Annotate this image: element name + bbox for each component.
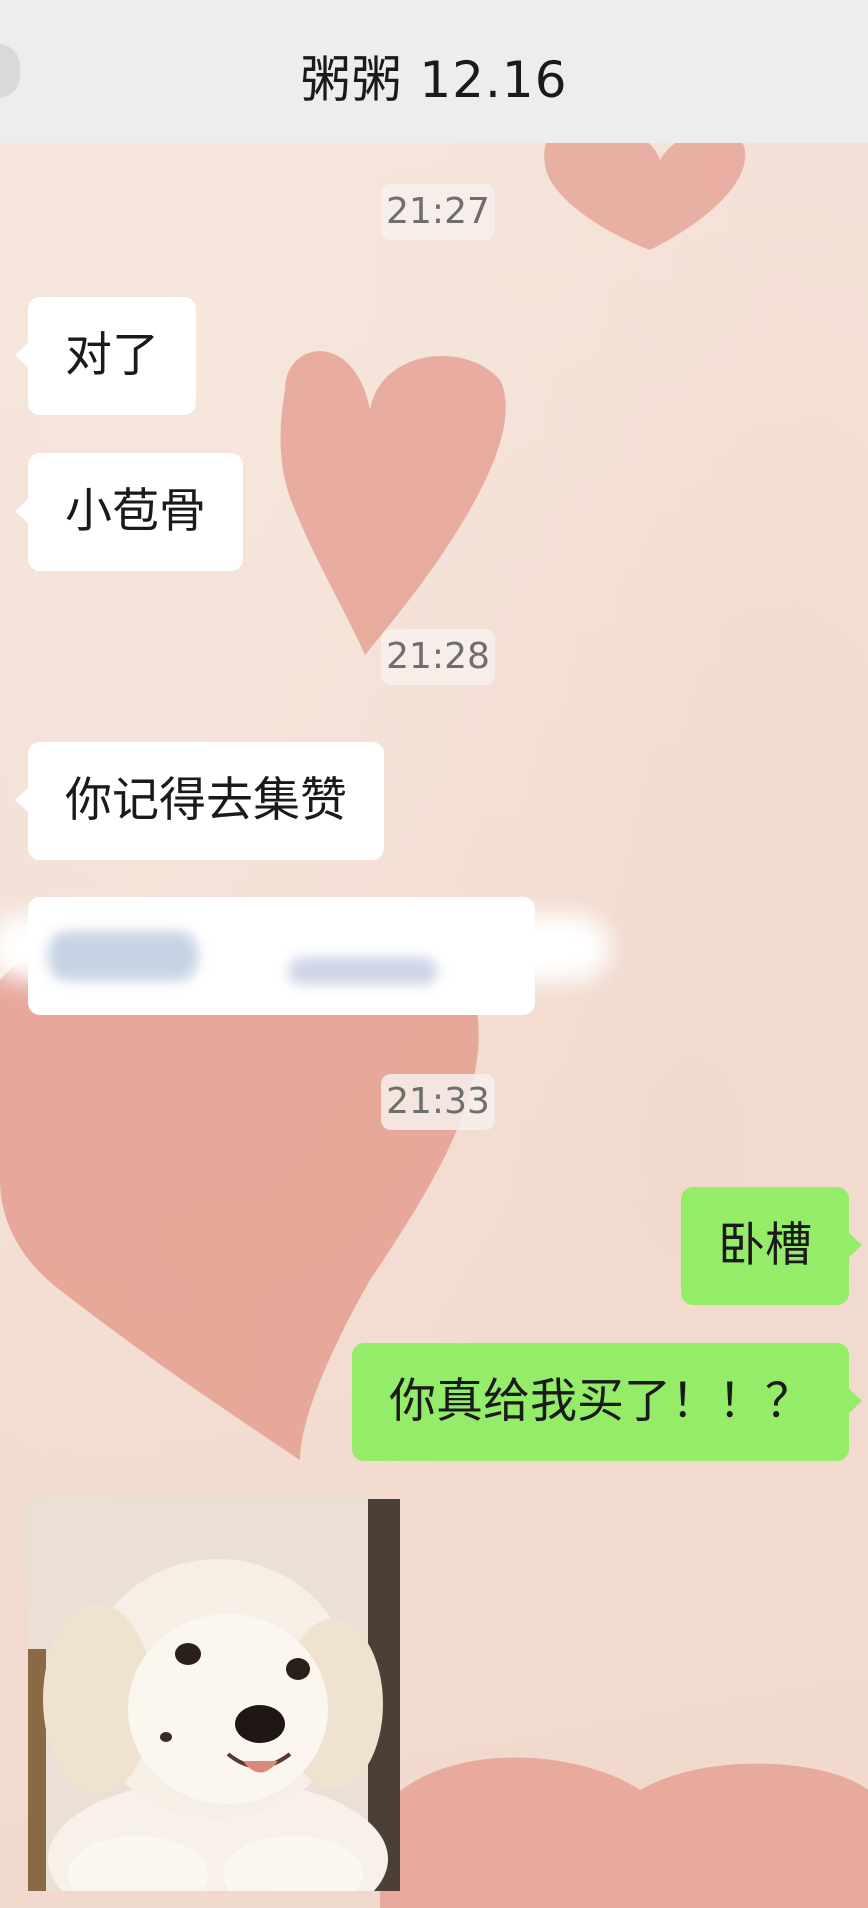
redaction-blur	[48, 931, 198, 981]
puppy-sticker-image	[28, 1499, 400, 1891]
redaction-blur	[288, 957, 438, 985]
outgoing-message[interactable]: 卧槽	[681, 1187, 862, 1305]
incoming-message[interactable]: 你记得去集赞	[15, 742, 384, 860]
outgoing-message[interactable]: 你真给我买了！！？	[352, 1343, 862, 1461]
chat-title: 粥粥 12.16	[300, 51, 568, 109]
timestamp: 21:28	[381, 629, 495, 685]
timestamp: 21:33	[381, 1074, 495, 1130]
incoming-message-redacted[interactable]	[28, 897, 535, 1015]
timestamp: 21:27	[381, 184, 495, 240]
chat-header: 粥粥 12.16	[0, 0, 868, 143]
puppy-sticker-icon[interactable]	[28, 1499, 400, 1891]
incoming-message[interactable]: 小苞骨	[15, 453, 243, 571]
incoming-message[interactable]: 对了	[15, 297, 196, 415]
